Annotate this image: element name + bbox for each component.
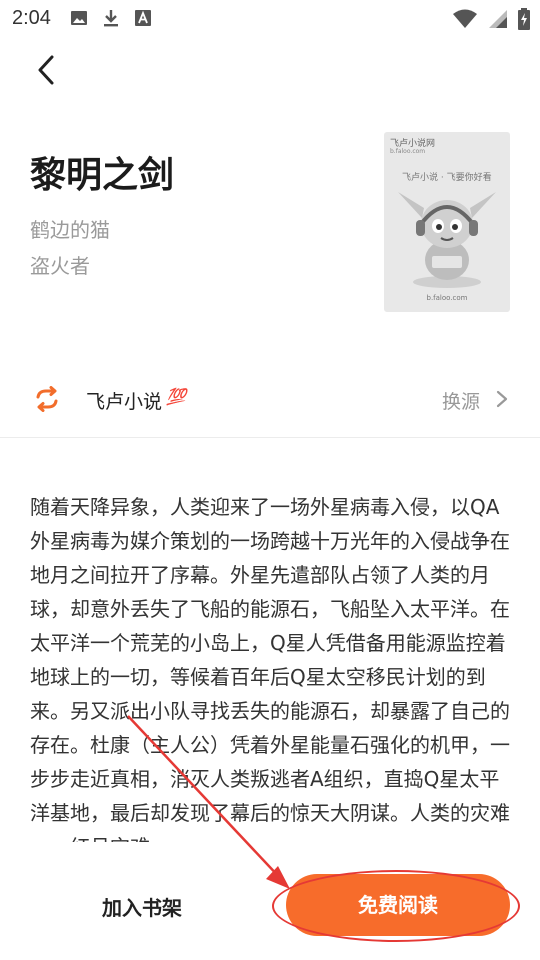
book-author[interactable]: 鹤边的猫: [30, 214, 110, 243]
bottom-action-bar: 加入书架 免费阅读: [0, 850, 540, 960]
book-cover: 飞卢小说网 b.faloo.com 飞卢小说 · 飞要你好看 b.faloo.c…: [384, 132, 510, 312]
book-description: 随着天降异象，人类迎来了一场外星病毒入侵，以QA外星病毒为媒介策划的一场跨越十万…: [30, 495, 510, 842]
source-name: 飞卢小说: [86, 391, 163, 413]
status-system-icons: [452, 8, 530, 30]
add-to-shelf-button[interactable]: 加入书架: [80, 890, 204, 926]
book-category: 盗火者: [30, 254, 90, 278]
wifi-icon: [453, 9, 477, 28]
image-icon: [71, 11, 87, 25]
mascot-illustration: [398, 192, 496, 288]
cover-logo-sub: b.faloo.com: [390, 148, 426, 155]
divider: [0, 437, 540, 438]
book-title: 黎明之剑: [30, 155, 175, 196]
chevron-left-icon: [38, 55, 54, 85]
hundred-points-badge: 💯: [166, 387, 186, 406]
chevron-right-icon: [496, 390, 508, 408]
text-a-icon: [135, 10, 151, 26]
cover-url: b.faloo.com: [426, 294, 468, 302]
free-read-button[interactable]: 免费阅读: [286, 874, 510, 936]
status-time: 2:04: [12, 7, 51, 29]
status-notification-icons: [70, 9, 152, 27]
sync-icon: [36, 386, 58, 412]
battery-icon: [518, 8, 530, 30]
back-button[interactable]: [30, 52, 66, 88]
signal-icon: [489, 10, 507, 28]
download-icon: [104, 10, 118, 27]
switch-source-button[interactable]: 换源: [442, 387, 480, 414]
status-bar: 2:04: [0, 0, 540, 36]
source-row[interactable]: 飞卢小说 💯 换源: [0, 372, 540, 426]
